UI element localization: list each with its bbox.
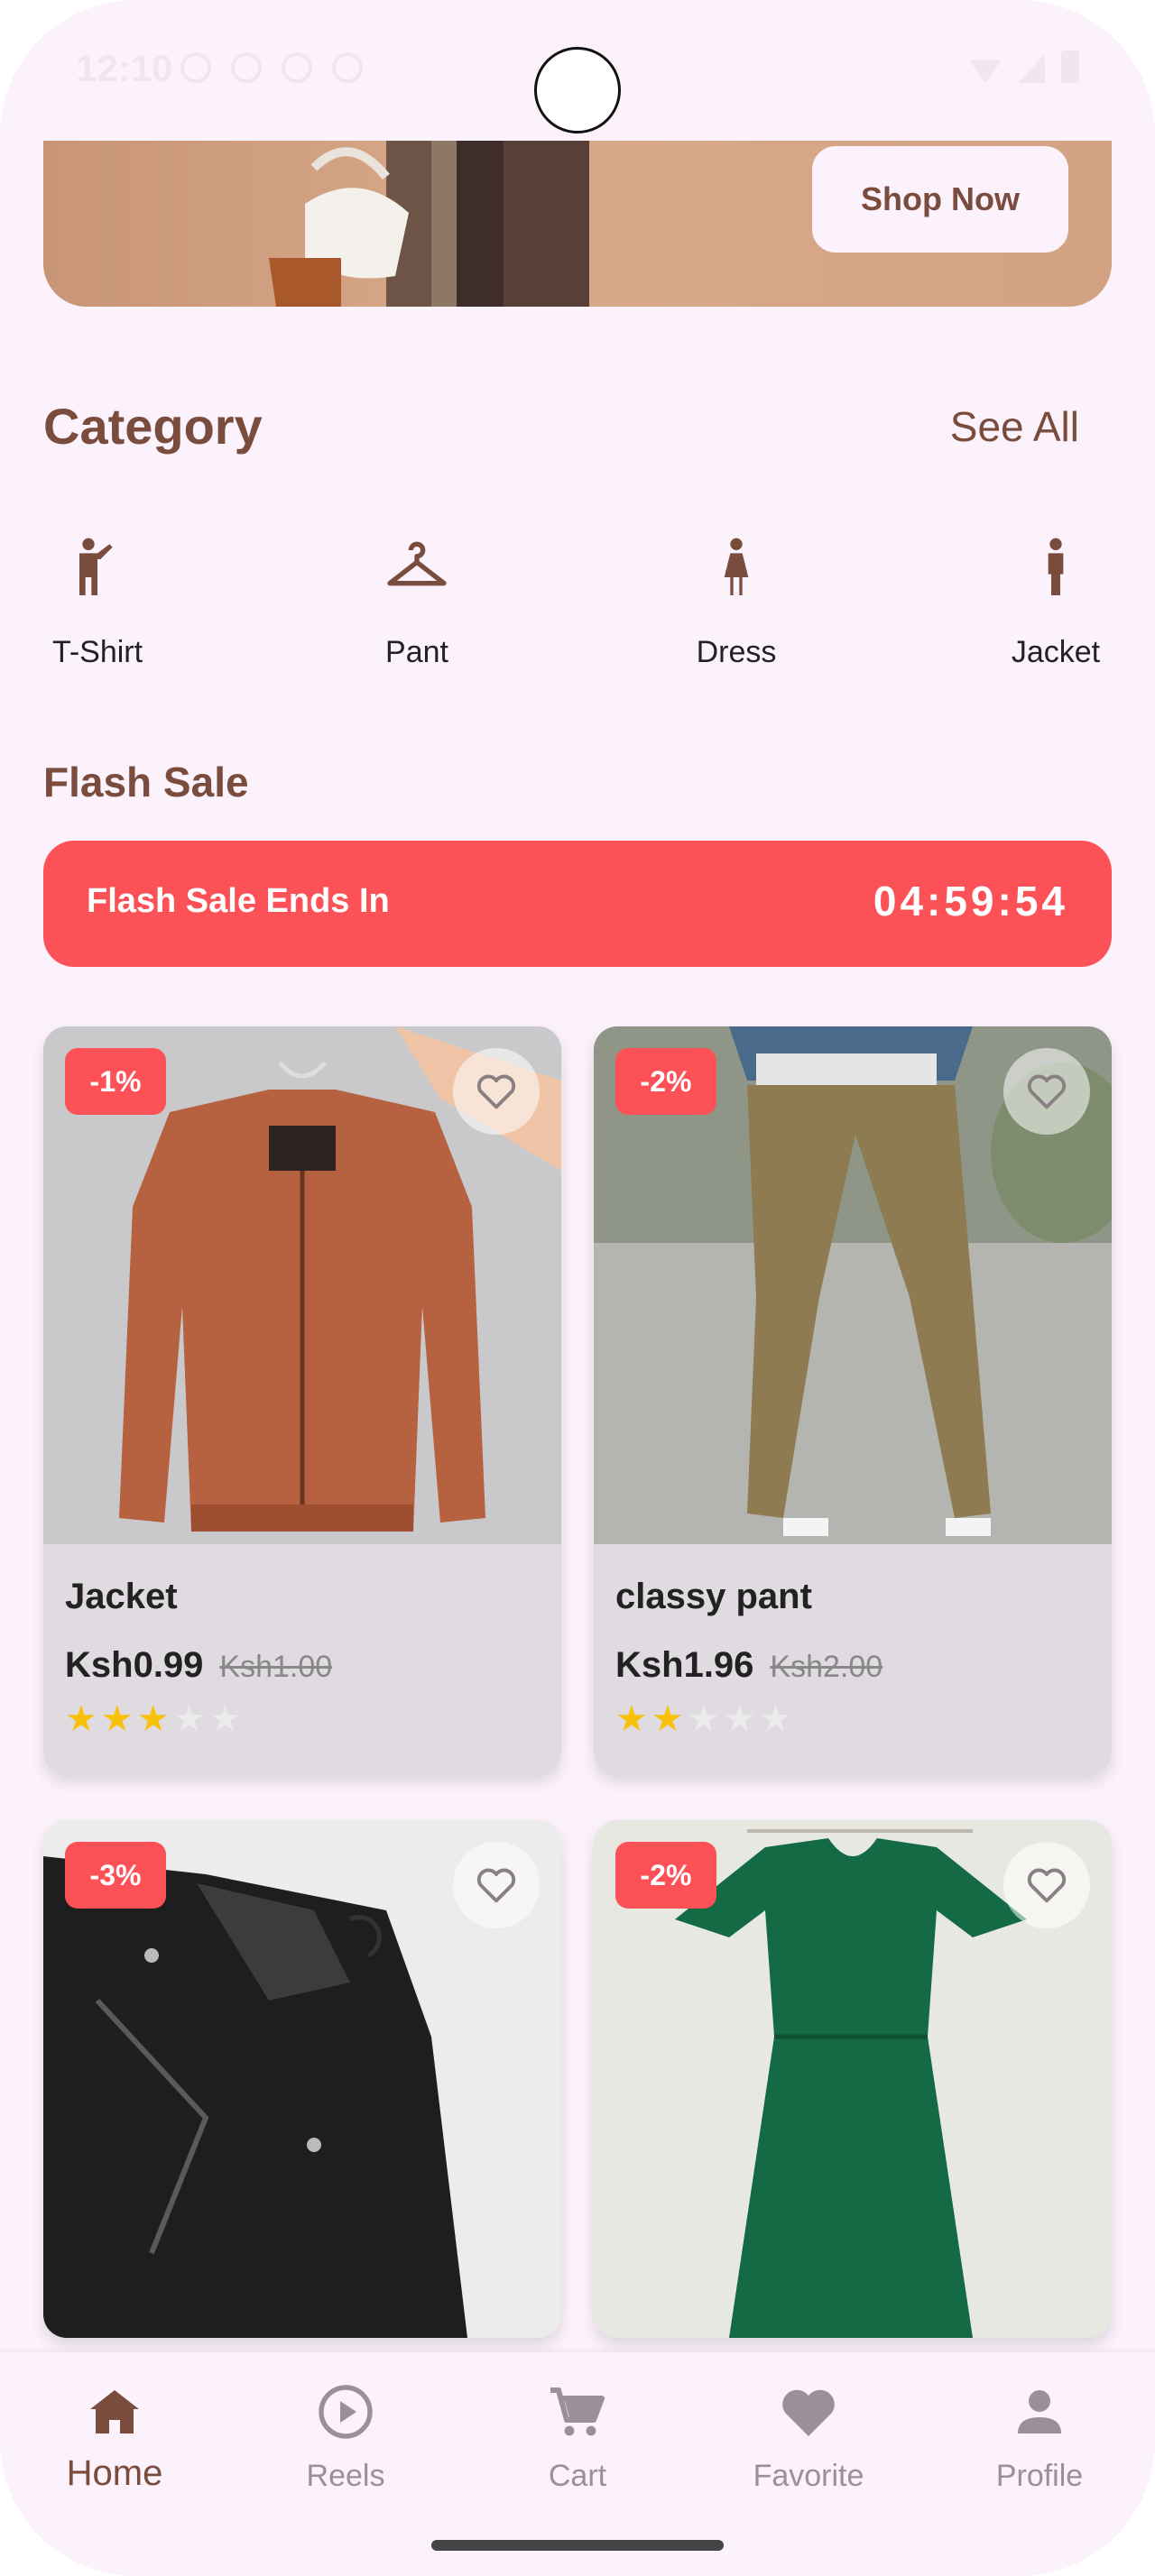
product-name: Jacket — [65, 1577, 178, 1616]
favorite-button[interactable] — [453, 1048, 540, 1135]
flash-sale-title: Flash Sale — [43, 759, 249, 805]
heart-outline-icon — [1027, 1868, 1067, 1903]
product-card[interactable]: -2% — [594, 1820, 1112, 2338]
nav-label: Profile — [995, 2459, 1084, 2493]
star-icon: ★ — [65, 1699, 97, 1739]
category-item-dress[interactable]: Dress — [655, 532, 818, 670]
star-icon: ★ — [687, 1699, 720, 1739]
category-label: Jacket — [1011, 635, 1101, 669]
star-rating: ★ ★ ★ ★ ★ — [65, 1701, 241, 1737]
discount-badge: -2% — [615, 1048, 716, 1115]
product-price: Ksh1.96 — [615, 1645, 754, 1685]
nav-label: Cart — [548, 2459, 607, 2493]
see-all-link[interactable]: See All — [950, 402, 1079, 451]
category-item-pant[interactable]: Pant — [336, 532, 498, 670]
notification-icon — [180, 52, 211, 83]
star-icon: ★ — [136, 1699, 170, 1739]
home-indicator[interactable] — [431, 2540, 724, 2551]
product-price: Ksh0.99 — [65, 1645, 204, 1685]
category-title: Category — [43, 398, 263, 455]
product-old-price: Ksh1.00 — [219, 1650, 333, 1684]
favorite-button[interactable] — [1003, 1048, 1090, 1135]
shop-now-button[interactable]: Shop Now — [812, 146, 1068, 253]
man-icon — [1048, 538, 1064, 595]
heart-icon — [782, 2389, 835, 2436]
heart-outline-icon — [476, 1074, 516, 1109]
star-icon: ★ — [208, 1699, 242, 1739]
flash-sale-ends-label: Flash Sale Ends In — [87, 882, 390, 920]
notification-icons — [180, 52, 363, 83]
star-icon: ★ — [615, 1699, 648, 1739]
category-label: Pant — [385, 635, 448, 669]
front-camera — [534, 47, 621, 133]
nav-item-cart[interactable]: Cart — [487, 2379, 668, 2494]
category-label: T-Shirt — [51, 635, 143, 669]
nav-label: Reels — [306, 2459, 385, 2493]
person-icon — [1018, 2390, 1061, 2433]
price-row: Ksh0.99 Ksh1.00 — [65, 1645, 332, 1686]
favorite-button[interactable] — [453, 1842, 540, 1928]
star-icon: ★ — [172, 1699, 206, 1739]
product-old-price: Ksh2.00 — [770, 1650, 883, 1684]
settings-icon — [282, 52, 312, 83]
favorite-button[interactable] — [1003, 1842, 1090, 1928]
discount-badge: -1% — [65, 1048, 166, 1115]
banner-model-image — [269, 141, 589, 307]
countdown-timer: 04:59:54 — [873, 878, 1068, 925]
nav-item-reels[interactable]: Reels — [255, 2379, 436, 2494]
heart-outline-icon — [1027, 1074, 1067, 1109]
heart-outline-icon — [476, 1868, 516, 1903]
nav-item-favorite[interactable]: Favorite — [718, 2379, 899, 2494]
product-card[interactable]: -2% classy pant Ksh1.96 Ksh2.00 ★ ★ ★ ★ … — [594, 1026, 1112, 1775]
wifi-icon — [969, 60, 1002, 83]
signal-icon — [1018, 54, 1045, 83]
home-icon — [90, 2390, 139, 2433]
status-time: 12:10 — [76, 47, 173, 89]
nav-label: Favorite — [753, 2459, 864, 2493]
nav-item-home[interactable]: Home — [24, 2379, 205, 2494]
price-row: Ksh1.96 Ksh2.00 — [615, 1645, 882, 1686]
product-name: classy pant — [615, 1577, 812, 1616]
star-icon: ★ — [651, 1699, 684, 1739]
product-card[interactable]: -1% Jacket Ksh0.99 Ksh1.00 ★ ★ ★ ★ ★ — [43, 1026, 561, 1775]
app-screen: 12:10 Shop Now Category See All T-Shirt … — [0, 0, 1155, 2576]
cart-icon — [550, 2387, 605, 2436]
star-rating: ★ ★ ★ ★ ★ — [615, 1701, 791, 1737]
discount-badge: -2% — [615, 1842, 716, 1909]
system-icons — [969, 51, 1079, 83]
person-waving-icon — [79, 538, 113, 595]
woman-icon — [724, 538, 749, 595]
product-card[interactable]: -3% — [43, 1820, 561, 2338]
star-icon: ★ — [723, 1699, 756, 1739]
category-item-jacket[interactable]: Jacket — [975, 532, 1137, 670]
play-circle-icon — [319, 2385, 373, 2439]
battery-icon — [1061, 51, 1079, 83]
hanger-icon — [387, 541, 447, 586]
nav-label: Home — [66, 2453, 163, 2493]
star-icon: ★ — [100, 1699, 134, 1739]
category-item-tshirt[interactable]: T-Shirt — [16, 532, 179, 670]
nav-item-profile[interactable]: Profile — [949, 2379, 1130, 2494]
google-icon — [231, 52, 262, 83]
promo-banner[interactable]: Shop Now — [43, 141, 1112, 307]
star-icon: ★ — [759, 1699, 792, 1739]
flash-sale-banner: Flash Sale Ends In 04:59:54 — [43, 841, 1112, 967]
discount-badge: -3% — [65, 1842, 166, 1909]
category-label: Dress — [696, 635, 777, 669]
status-bar: 12:10 — [0, 0, 1155, 135]
info-icon — [332, 52, 363, 83]
